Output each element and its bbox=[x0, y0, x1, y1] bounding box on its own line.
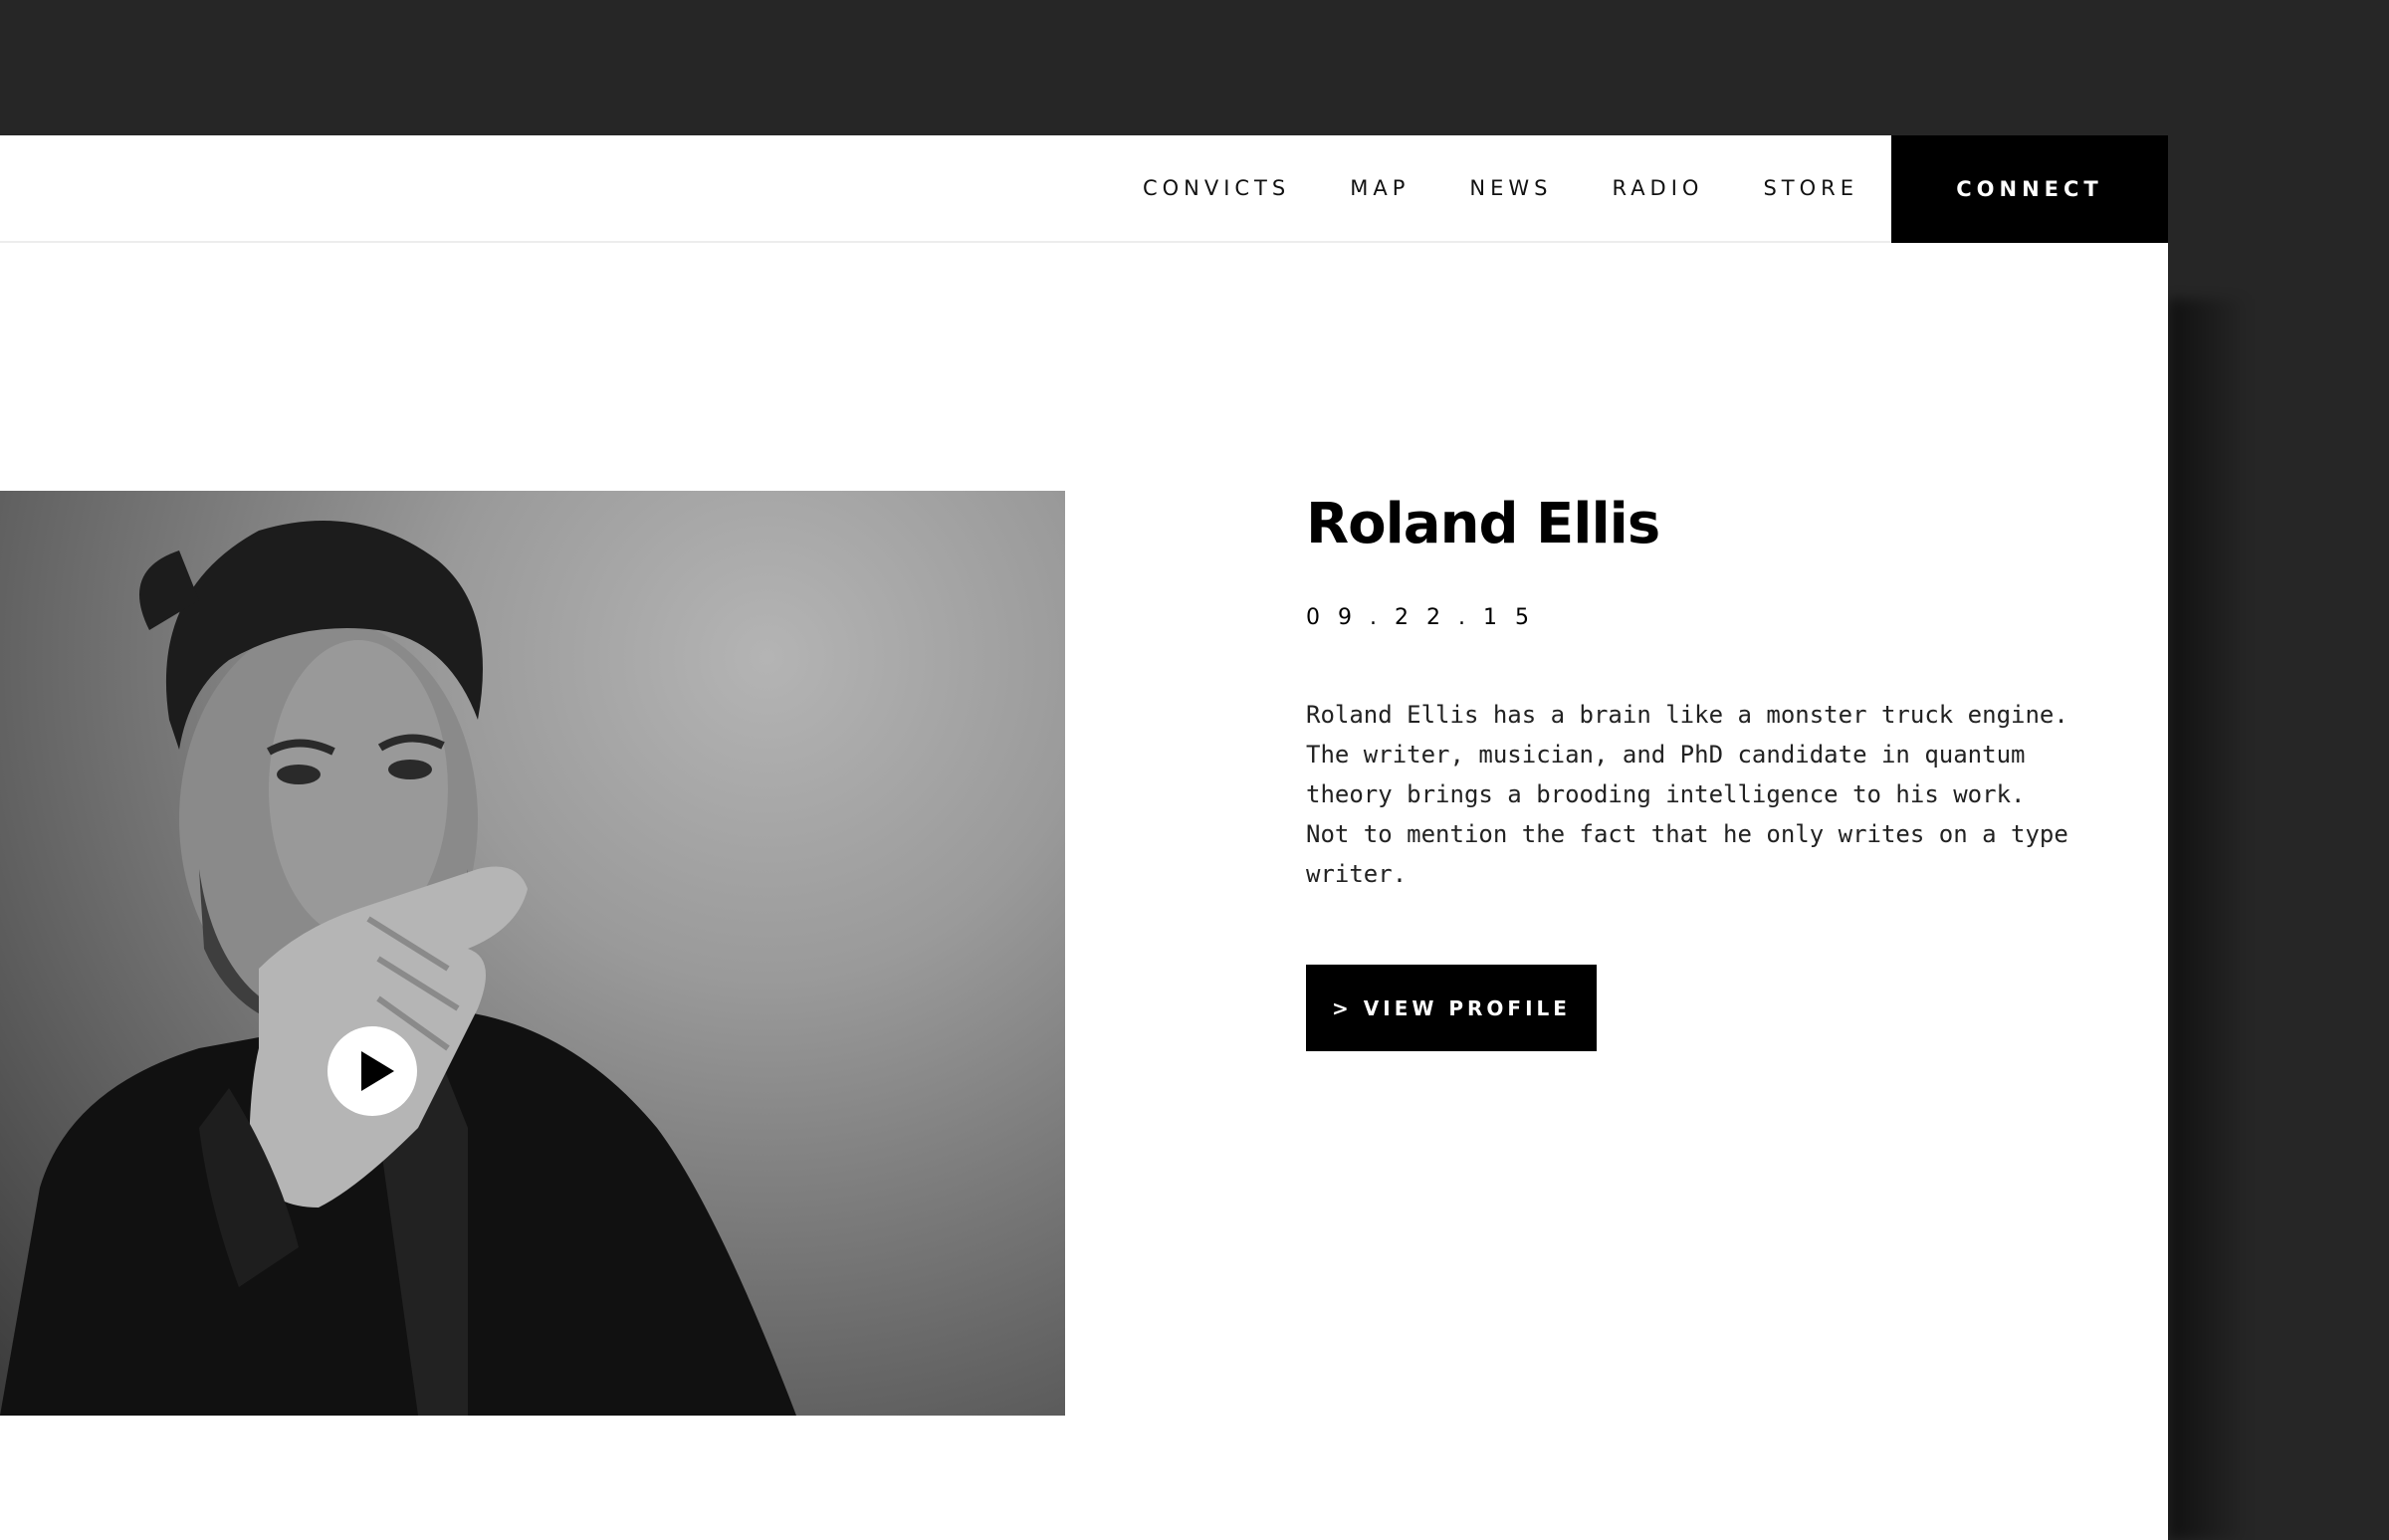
connect-button[interactable]: CONNECT bbox=[1891, 135, 2168, 243]
profile-photo bbox=[0, 491, 1065, 1416]
nav-link-map[interactable]: MAP bbox=[1350, 176, 1410, 200]
nav-link-radio[interactable]: RADIO bbox=[1612, 176, 1703, 200]
top-navigation: CONVICTS MAP NEWS RADIO STORE CONNECT bbox=[0, 135, 2168, 243]
nav-links: CONVICTS MAP NEWS RADIO STORE bbox=[1083, 135, 1858, 241]
profile-bio: Roland Ellis has a brain like a monster … bbox=[1306, 701, 2068, 888]
nav-link-news[interactable]: NEWS bbox=[1469, 176, 1552, 200]
nav-link-store[interactable]: STORE bbox=[1763, 176, 1858, 200]
view-profile-button[interactable]: > VIEW PROFILE bbox=[1306, 965, 1597, 1051]
nav-link-convicts[interactable]: CONVICTS bbox=[1143, 176, 1290, 200]
profile-date: 09.22.15 bbox=[1306, 605, 1547, 630]
website-page: CONVICTS MAP NEWS RADIO STORE CONNECT Ro… bbox=[0, 135, 2168, 1540]
portrait-illustration bbox=[0, 521, 796, 1416]
profile-name: Roland Ellis bbox=[1306, 492, 1660, 556]
play-video-button[interactable] bbox=[327, 1026, 417, 1116]
page-shadow bbox=[2168, 299, 2248, 1540]
